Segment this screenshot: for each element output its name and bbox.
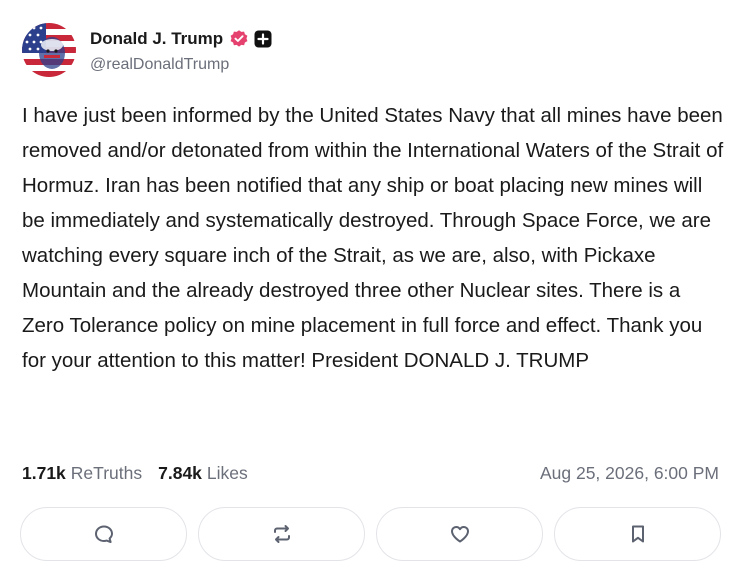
author-handle[interactable]: @realDonaldTrump [90, 56, 272, 74]
retruth-button[interactable] [198, 507, 365, 561]
action-bar [20, 507, 721, 561]
flag-portrait-avatar [22, 23, 76, 77]
post-timestamp[interactable]: Aug 25, 2026, 6:00 PM [540, 463, 719, 484]
plus-badge-icon [254, 30, 272, 48]
display-name[interactable]: Donald J. Trump [90, 29, 223, 49]
likes-label[interactable]: Likes [207, 463, 248, 484]
reply-icon [94, 525, 113, 543]
post-body-text: I have just been informed by the United … [22, 104, 724, 372]
author-names: Donald J. Trump @realDonaldTrump [90, 26, 272, 74]
retruths-count[interactable]: 1.71k [22, 463, 66, 484]
heart-icon [450, 526, 469, 543]
bookmark-icon [631, 525, 644, 543]
bookmark-button[interactable] [554, 507, 721, 561]
like-button[interactable] [376, 507, 543, 561]
retruth-icon [273, 525, 290, 543]
post-stats: 1.71k ReTruths 7.84k Likes Aug 25, 2026,… [22, 460, 719, 486]
avatar[interactable] [22, 23, 76, 77]
name-row: Donald J. Trump [90, 26, 272, 52]
verified-badge-icon [229, 29, 249, 49]
reply-button[interactable] [20, 507, 187, 561]
truth-post: Donald J. Trump @realDonaldTrump I have … [0, 0, 740, 573]
likes-count[interactable]: 7.84k [158, 463, 202, 484]
retruths-label[interactable]: ReTruths [71, 463, 142, 484]
post-header: Donald J. Trump @realDonaldTrump [22, 22, 272, 78]
